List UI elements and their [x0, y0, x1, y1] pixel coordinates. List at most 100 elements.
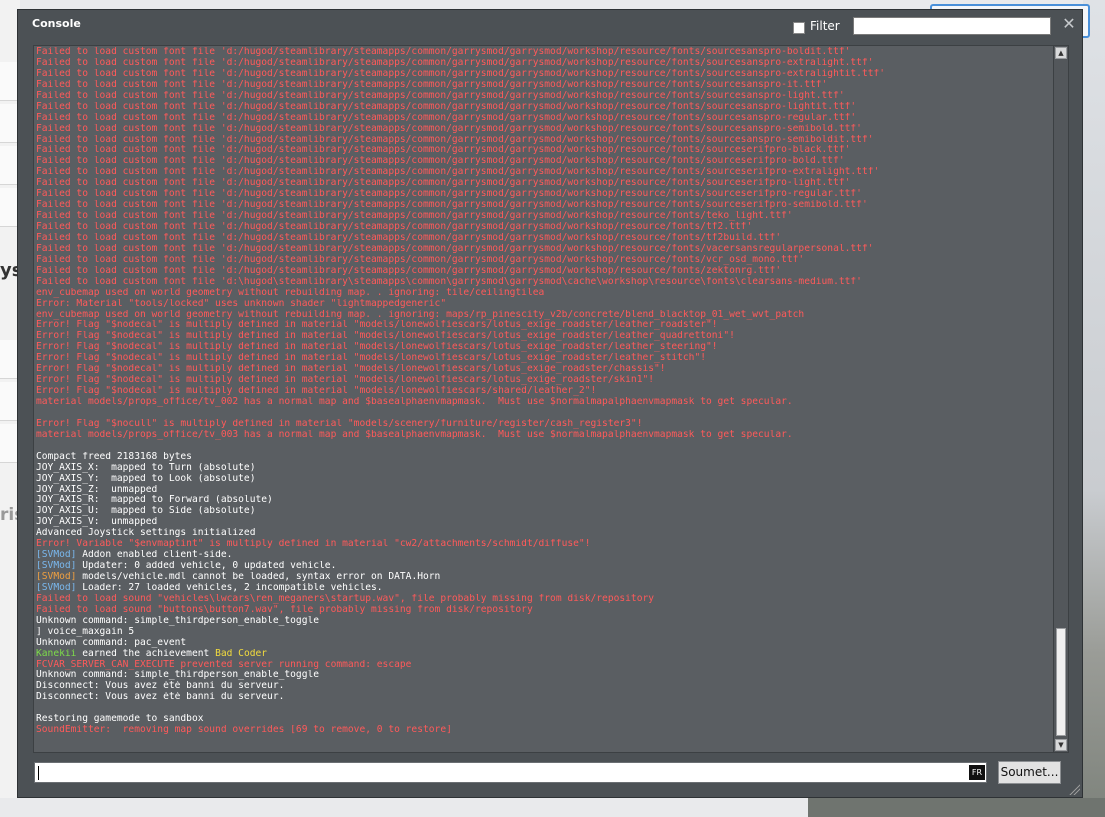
log-segment: Failed to load custom font file 'd:/hugo…	[36, 254, 805, 265]
log-line: env_cubemap used on world geometry witho…	[36, 310, 1052, 321]
background-scene-bottom	[808, 798, 1105, 817]
log-line: Error! Flag "$nocull" is multiply define…	[36, 419, 1052, 430]
log-line: Failed to load custom font file 'd:/hugo…	[36, 266, 1052, 277]
log-segment: JOY_AXIS_V: unmapped	[36, 517, 158, 528]
log-segment: Updater: 0 added vehicle, 0 updated vehi…	[82, 561, 337, 572]
console-log[interactable]: Failed to load custom font file 'd:/hugo…	[33, 45, 1069, 753]
log-segment: Bad Coder	[215, 648, 268, 659]
log-line: [SVMod] models/vehicle.mdl cannot be loa…	[36, 572, 1052, 583]
log-segment: [SVMod]	[36, 572, 83, 582]
scroll-down-icon[interactable]: ▼	[1055, 739, 1067, 751]
console-window: Console Filter ✕ Failed to load custom f…	[17, 9, 1083, 798]
log-segment: Failed to load custom font file 'd:/hugo…	[36, 145, 851, 156]
log-segment: Failed to load sound "vehicles\lwcars\re…	[36, 593, 655, 604]
log-line: FCVAR_SERVER_CAN_EXECUTE prevented serve…	[36, 660, 1052, 671]
log-segment: env_cubemap used on world geometry witho…	[36, 287, 545, 298]
log-lines: Failed to load custom font file 'd:/hugo…	[36, 47, 1052, 736]
command-input[interactable]	[34, 762, 987, 783]
log-segment: Failed to load custom font file 'd:/hugo…	[36, 90, 845, 101]
log-line: ] voice_maxgain 5	[36, 627, 1052, 638]
log-line: Failed to load custom font file 'd:/hugo…	[36, 102, 1052, 113]
log-line: material models/props_office/tv_002 has …	[36, 397, 1052, 408]
log-line: Restoring gamemode to sandbox	[36, 714, 1052, 725]
log-segment: Failed to load custom font file 'd:/hugo…	[36, 101, 857, 112]
log-segment: Failed to load custom font file 'd:/hugo…	[36, 156, 845, 167]
log-segment: JOY_AXIS_R: mapped to Forward (absolute)	[36, 495, 273, 506]
log-segment: Unknown command: pac_event	[36, 637, 187, 648]
log-segment: Failed to load custom font file 'd:/hugo…	[36, 57, 874, 68]
log-line: Error! Flag "$nodecal" is multiply defin…	[36, 331, 1052, 342]
log-segment: Error! Flag "$nodecal" is multiply defin…	[36, 386, 597, 397]
log-segment: Advanced Joystick settings initialized	[36, 528, 256, 539]
log-line: Failed to load custom font file 'd:/hugo…	[36, 69, 1052, 80]
log-segment: Error! Variable "$envmaptint" is multipl…	[36, 539, 591, 550]
log-line: Error: Material "tools/locked" uses unkn…	[36, 299, 1052, 310]
log-segment: models/vehicle.mdl cannot be loaded, syn…	[82, 572, 441, 582]
log-segment: Restoring gamemode to sandbox	[36, 714, 204, 725]
log-line: Failed to load custom font file 'd:/hugo…	[36, 211, 1052, 222]
log-segment: Loader: 27 loaded vehicles, 2 incompatib…	[82, 582, 383, 593]
log-segment: JOY_AXIS_X: mapped to Turn (absolute)	[36, 462, 256, 473]
log-line: Failed to load custom font file 'd:\hugo…	[36, 277, 1052, 288]
log-segment: Error! Flag "$nodecal" is multiply defin…	[36, 320, 718, 331]
log-segment: JOY_AXIS_Z: unmapped	[36, 484, 158, 495]
log-line: Error! Flag "$nodecal" is multiply defin…	[36, 320, 1052, 331]
log-line: Disconnect: Vous avez été banni du serve…	[36, 692, 1052, 703]
log-line: Failed to load custom font file 'd:/hugo…	[36, 113, 1052, 124]
log-segment: Failed to load custom font file 'd:/hugo…	[36, 232, 782, 243]
filter-input[interactable]	[853, 17, 1051, 35]
scroll-up-icon[interactable]: ▲	[1055, 47, 1067, 59]
log-line: [SVMod] Addon enabled client-side.	[36, 550, 1052, 561]
scrollbar-thumb[interactable]	[1056, 628, 1066, 736]
log-segment: Disconnect: Vous avez été banni du serve…	[36, 692, 285, 703]
log-line: JOY_AXIS_Z: unmapped	[36, 485, 1052, 496]
log-segment: FCVAR_SERVER_CAN_EXECUTE prevented serve…	[36, 659, 412, 670]
log-segment: Error! Flag "$nodecal" is multiply defin…	[36, 375, 655, 386]
log-scrollbar[interactable]: ▲ ▼	[1053, 46, 1068, 752]
log-segment: Error: Material "tools/locked" uses unkn…	[36, 298, 447, 309]
log-segment: Unknown command: simple_thirdperson_enab…	[36, 615, 320, 626]
log-segment: Disconnect: Vous avez été banni du serve…	[36, 681, 285, 692]
log-line: JOY_AXIS_V: unmapped	[36, 517, 1052, 528]
log-segment: Failed to load custom font file 'd:/hugo…	[36, 134, 874, 145]
log-line: Failed to load custom font file 'd:/hugo…	[36, 244, 1052, 255]
log-line: [SVMod] Updater: 0 added vehicle, 0 upda…	[36, 561, 1052, 572]
log-segment: Failed to load custom font file 'd:/hugo…	[36, 243, 874, 254]
log-segment: Failed to load custom font file 'd:/hugo…	[36, 112, 857, 123]
log-line: Failed to load custom font file 'd:/hugo…	[36, 222, 1052, 233]
log-segment: [SVMod]	[36, 550, 83, 561]
log-line: Kanekii earned the achievement Bad Coder	[36, 649, 1052, 660]
submit-button[interactable]: Soumet...	[998, 761, 1061, 784]
log-segment: Failed to load custom font file 'd:/hugo…	[36, 123, 862, 134]
log-line: Failed to load custom font file 'd:/hugo…	[36, 200, 1052, 211]
log-segment: Failed to load custom font file 'd:/hugo…	[36, 79, 828, 90]
filter-checkbox[interactable]	[793, 22, 805, 34]
log-segment: Unknown command: simple_thirdperson_enab…	[36, 670, 320, 681]
input-language-badge: FR	[969, 765, 985, 780]
log-line: Failed to load custom font file 'd:/hugo…	[36, 80, 1052, 91]
log-line: Failed to load custom font file 'd:/hugo…	[36, 233, 1052, 244]
log-line: [SVMod] Loader: 27 loaded vehicles, 2 in…	[36, 583, 1052, 594]
log-line: Unknown command: pac_event	[36, 638, 1052, 649]
log-segment: Failed to load custom font file 'd:\hugo…	[36, 276, 862, 287]
filter-label: Filter	[810, 19, 840, 33]
close-icon[interactable]: ✕	[1061, 15, 1077, 33]
log-segment: Failed to load custom font file 'd:/hugo…	[36, 167, 880, 178]
log-line: Failed to load custom font file 'd:/hugo…	[36, 47, 1052, 58]
log-line: SoundEmitter: removing map sound overrid…	[36, 725, 1052, 736]
log-line: JOY_AXIS_U: mapped to Side (absolute)	[36, 506, 1052, 517]
log-line: Failed to load custom font file 'd:/hugo…	[36, 189, 1052, 200]
log-segment: Compact freed 2183168 bytes	[36, 451, 192, 462]
log-segment: Error! Flag "$nodecal" is multiply defin…	[36, 331, 735, 342]
log-line: Failed to load custom font file 'd:/hugo…	[36, 145, 1052, 156]
log-segment: env_cubemap used on world geometry witho…	[36, 309, 805, 320]
log-line: Error! Flag "$nodecal" is multiply defin…	[36, 375, 1052, 386]
log-segment: JOY_AXIS_Y: mapped to Look (absolute)	[36, 473, 256, 484]
log-line: Failed to load custom font file 'd:/hugo…	[36, 58, 1052, 69]
text-caret	[38, 766, 39, 780]
resize-grip-icon[interactable]	[1068, 783, 1080, 795]
log-segment: [SVMod]	[36, 582, 83, 593]
log-segment: Failed to load custom font file 'd:/hugo…	[36, 178, 851, 189]
